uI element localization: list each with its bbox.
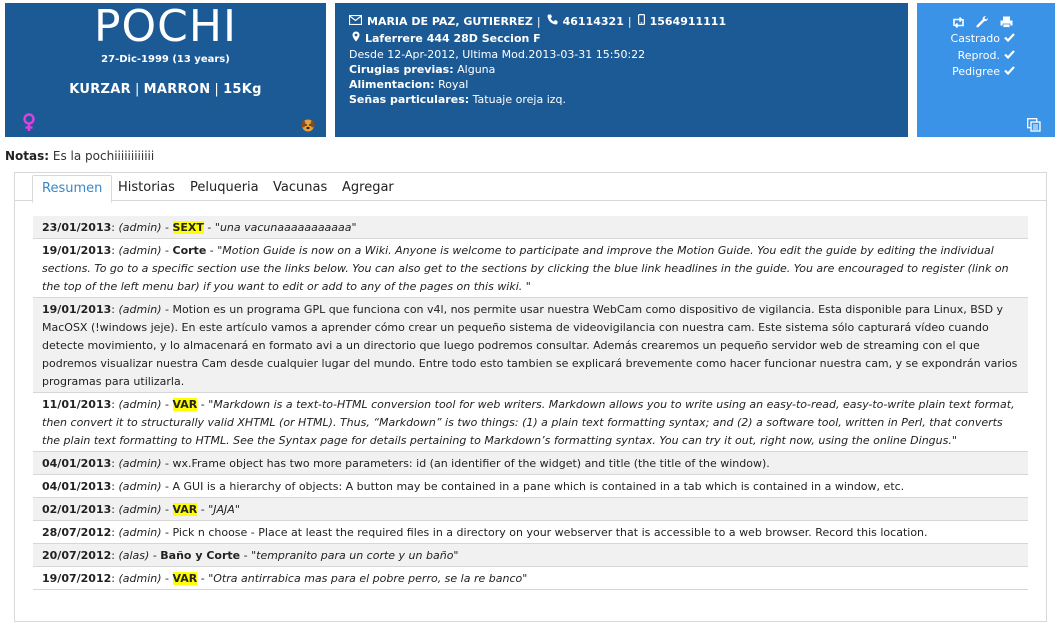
history-entry: 28/07/2012: (admin) - Pick n choose - Pl… [33, 521, 1028, 544]
entry-date: 02/01/2013 [42, 503, 112, 516]
owner-phone[interactable]: 46114321 [563, 15, 624, 28]
entry-user: (admin) [118, 572, 162, 585]
status-reprod: Reprod. [951, 48, 1015, 65]
entry-text: Motion es un programa GPL que funciona c… [42, 303, 1018, 388]
owner-address: Laferrere 444 28D Seccion F [365, 31, 541, 45]
entry-date: 04/01/2013 [42, 457, 112, 470]
entry-date: 19/01/2013 [42, 303, 112, 316]
status-castrado: Castrado [951, 31, 1015, 48]
entry-user: (admin) [118, 457, 162, 470]
entry-text: A GUI is a hierarchy of objects: A butto… [172, 480, 905, 493]
entry-date: 11/01/2013 [42, 398, 112, 411]
entry-date: 23/01/2013 [42, 221, 112, 234]
entry-date: 20/07/2012 [42, 549, 112, 562]
mobile-icon [637, 14, 645, 28]
entry-user: (admin) [118, 480, 162, 493]
entry-date: 28/07/2012 [42, 526, 112, 539]
copy-icon[interactable] [1027, 117, 1041, 132]
record-dates: Desde 12-Apr-2012, Ultima Mod.2013-03-31… [349, 48, 646, 61]
tab-bar: Resumen Historias Peluqueria Vacunas Agr… [15, 172, 1046, 203]
tab-resumen[interactable]: Resumen [32, 175, 113, 203]
status-pedigree: Pedigree [951, 64, 1015, 81]
map-marker-icon [352, 31, 360, 45]
entry-text: Pick n choose - Place at least the requi… [172, 526, 928, 539]
entry-type: SEXT [172, 221, 204, 234]
history-entry: 19/01/2013: (admin) - Motion es un progr… [33, 298, 1028, 393]
check-icon [1004, 48, 1015, 65]
entry-text: "JAJA" [208, 503, 240, 516]
retweet-icon[interactable] [952, 13, 965, 32]
status-list: Castrado Reprod. Pedigree [951, 31, 1015, 81]
history-entry: 20/07/2012: (alas) - Baño y Corte - "tem… [33, 544, 1028, 567]
entry-date: 04/01/2013 [42, 480, 112, 493]
status-panel: Castrado Reprod. Pedigree [917, 3, 1055, 137]
female-icon [22, 113, 36, 133]
pet-color: MARRON [143, 82, 211, 97]
entry-date: 19/01/2013 [42, 244, 112, 257]
entry-text: "Otra antirrabica mas para el pobre perr… [208, 572, 528, 585]
dog-icon [301, 117, 315, 132]
tabs-container: Resumen Historias Peluqueria Vacunas Agr… [14, 172, 1047, 622]
entry-user: (admin) [118, 398, 162, 411]
entry-text: "una vacunaaaaaaaaaaa" [214, 221, 357, 234]
detail-alimentacion: Alimentacion: Royal [349, 78, 469, 91]
check-icon [1004, 64, 1015, 81]
entry-user: (admin) [118, 526, 162, 539]
entry-type: VAR [172, 503, 198, 516]
print-icon[interactable] [1000, 13, 1013, 32]
owner-details: Desde 12-Apr-2012, Ultima Mod.2013-03-31… [349, 47, 645, 107]
envelope-icon [348, 14, 363, 28]
entry-type: Corte [172, 244, 207, 257]
owner-panel: MARIA DE PAZ, GUTIERREZ | 46114321 | 156… [335, 3, 908, 137]
pet-summary-panel: POCHI 27-Dic-1999 (13 years) KURZAR | MARR… [5, 3, 326, 137]
notes-label: Notas: [5, 149, 50, 163]
history-entry: 11/01/2013: (admin) - VAR - "Markdown is… [33, 393, 1028, 452]
owner-mobile[interactable]: 1564911111 [650, 15, 727, 28]
pet-name: POCHI [94, 1, 237, 52]
pet-breed: KURZAR [69, 82, 131, 97]
owner-contact-line: MARIA DE PAZ, GUTIERREZ | 46114321 | 156… [348, 14, 727, 28]
history-entry: 04/01/2013: (admin) - A GUI is a hierarc… [33, 475, 1028, 498]
entry-type: VAR [172, 572, 198, 585]
history-entry: 02/01/2013: (admin) - VAR - "JAJA" [33, 498, 1028, 521]
entry-user: (admin) [118, 503, 162, 516]
notes: Notas: Es la pochiiiiiiiiiiii [5, 149, 154, 163]
status-actions [952, 13, 1013, 32]
entry-user: (admin) [118, 221, 162, 234]
wrench-icon[interactable] [976, 13, 989, 32]
entry-date: 19/07/2012 [42, 572, 112, 585]
tab-historias[interactable]: Historias [113, 175, 180, 203]
tab-peluqueria[interactable]: Peluqueria [185, 175, 264, 203]
owner-name[interactable]: MARIA DE PAZ, GUTIERREZ [367, 15, 533, 28]
history-feed: 23/01/2013: (admin) - SEXT - "una vacuna… [33, 216, 1028, 590]
entry-type: Baño y Corte [160, 549, 241, 562]
entry-text: wx.Frame object has two more parameters:… [172, 457, 770, 470]
pet-birthdate: 27-Dic-1999 (13 years) [101, 54, 230, 65]
entry-text: "tempranito para un corte y un baño" [251, 549, 459, 562]
history-entry: 19/01/2013: (admin) - Corte - "Motion Gu… [33, 239, 1028, 298]
notes-text: Es la pochiiiiiiiiiiii [52, 149, 155, 163]
entry-user: (admin) [118, 303, 162, 316]
history-entry: 19/07/2012: (admin) - VAR - "Otra antirr… [33, 567, 1028, 590]
phone-icon [547, 14, 558, 28]
history-entry: 23/01/2013: (admin) - SEXT - "una vacuna… [33, 216, 1028, 239]
detail-senas: Señas particulares: Tatuaje oreja izq. [349, 93, 567, 106]
entry-user: (alas) [118, 549, 150, 562]
history-entry: 04/01/2013: (admin) - wx.Frame object ha… [33, 452, 1028, 475]
tab-agregar[interactable]: Agregar [337, 175, 399, 203]
tab-vacunas[interactable]: Vacunas [268, 175, 332, 203]
detail-cirugias: Cirugias previas: Alguna [349, 63, 496, 76]
pet-weight: 15Kg [223, 82, 262, 97]
check-icon [1004, 31, 1015, 48]
entry-type: VAR [172, 398, 198, 411]
pet-attributes: KURZAR | MARRON | 15Kg [69, 82, 262, 97]
owner-address-line: Laferrere 444 28D Seccion F [352, 31, 541, 45]
entry-user: (admin) [118, 244, 162, 257]
